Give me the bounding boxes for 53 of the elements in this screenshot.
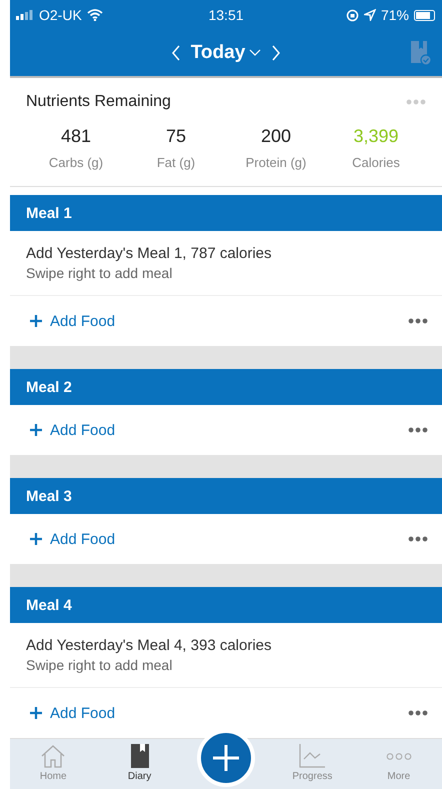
plus-icon bbox=[212, 744, 240, 772]
add-food-button[interactable]: Add Food bbox=[30, 312, 116, 330]
nutrient-value: 75 bbox=[166, 126, 186, 147]
nutrient-label: Carbs (g) bbox=[48, 155, 104, 170]
plus-icon bbox=[30, 424, 42, 436]
next-day-button[interactable] bbox=[271, 45, 282, 61]
plus-icon bbox=[30, 533, 42, 545]
tab[interactable]: More bbox=[356, 739, 442, 789]
suggestion-text: Add Yesterday's Meal 4, 393 calories bbox=[26, 637, 273, 654]
chevron-down-icon[interactable] bbox=[249, 49, 262, 57]
nutrient-label: Protein (g) bbox=[246, 155, 306, 170]
add-food-button[interactable]: Add Food bbox=[30, 422, 116, 438]
more-icon[interactable] bbox=[408, 535, 428, 543]
bookmark-check-icon[interactable] bbox=[410, 40, 432, 66]
more-icon[interactable] bbox=[408, 426, 428, 434]
date-title[interactable]: Today bbox=[190, 42, 246, 64]
suggestion-row[interactable]: Add Yesterday's Meal 4, 393 calories Swipe right to add meal bbox=[10, 623, 442, 688]
nutrient-label: Fat (g) bbox=[156, 155, 196, 170]
book-icon bbox=[128, 743, 151, 769]
battery-percentage: 71% bbox=[380, 7, 410, 23]
tab[interactable]: Home bbox=[10, 739, 96, 789]
more-icon[interactable] bbox=[408, 709, 428, 717]
wifi-icon bbox=[86, 9, 103, 21]
tab[interactable]: Diary bbox=[96, 739, 183, 789]
nutrient-value: 200 bbox=[260, 126, 292, 147]
home-icon bbox=[40, 743, 66, 769]
nutrient-value: 481 bbox=[60, 126, 92, 147]
tab[interactable]: Progress bbox=[269, 739, 356, 789]
meal-title: Meal 2 bbox=[26, 378, 72, 396]
chart-icon bbox=[298, 743, 326, 769]
carrier-name: O2-UK bbox=[39, 7, 82, 23]
nutrient-value: 3,399 bbox=[353, 126, 399, 147]
nutrient-label: Calories bbox=[352, 155, 400, 170]
rotation-lock-icon bbox=[346, 8, 359, 22]
plus-icon bbox=[30, 315, 42, 327]
previous-day-button[interactable] bbox=[170, 45, 181, 61]
suggestion-hint: Swipe right to add meal bbox=[26, 657, 174, 673]
location-arrow-icon bbox=[364, 9, 376, 21]
card-title: Nutrients Remaining bbox=[26, 93, 171, 111]
meal-title: Meal 3 bbox=[26, 488, 72, 504]
suggestion-row[interactable]: Add Yesterday's Meal 1, 787 calories Swipe right to add meal bbox=[10, 231, 442, 296]
suggestion-hint: Swipe right to add meal bbox=[26, 265, 174, 281]
more-icon[interactable] bbox=[408, 317, 428, 325]
suggestion-text: Add Yesterday's Meal 1, 787 calories bbox=[26, 245, 273, 262]
meal-title: Meal 1 bbox=[26, 204, 72, 222]
more-icon bbox=[384, 753, 413, 760]
plus-icon bbox=[30, 707, 42, 719]
add-food-button[interactable]: Add Food bbox=[30, 530, 116, 548]
meal-title: Meal 4 bbox=[26, 596, 72, 614]
status-time: 13:51 bbox=[208, 7, 244, 23]
battery-icon bbox=[414, 10, 436, 20]
add-food-button[interactable]: Add Food bbox=[30, 704, 116, 722]
signal-icon bbox=[16, 10, 34, 20]
